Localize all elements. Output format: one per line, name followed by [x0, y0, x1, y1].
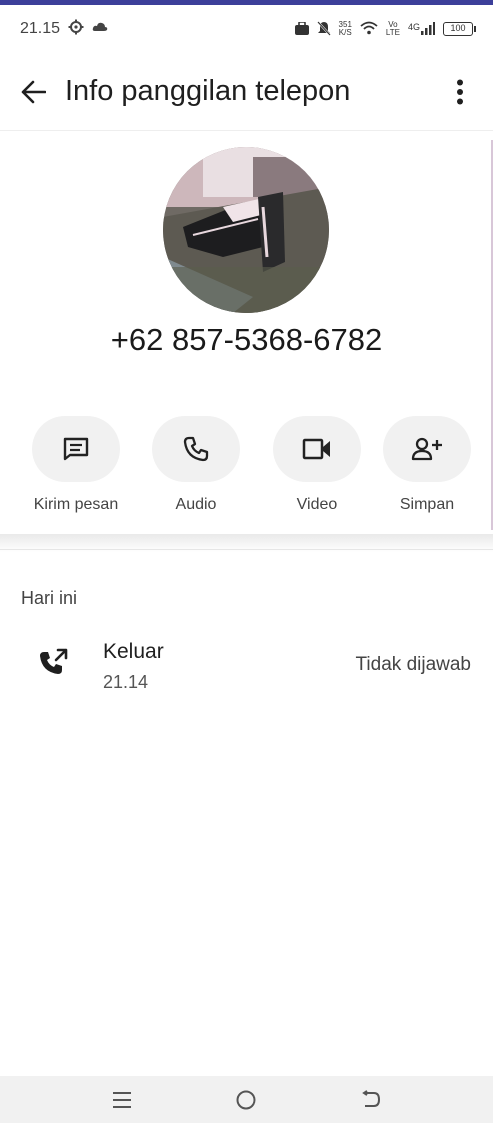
system-nav-bar: [0, 1076, 493, 1123]
back-nav-button[interactable]: [356, 1085, 386, 1115]
send-message-button[interactable]: [32, 416, 120, 482]
net-speed: 351 K/S: [339, 21, 352, 37]
save-label: Simpan: [399, 496, 455, 513]
briefcase-icon: [294, 20, 309, 37]
message-icon: [63, 437, 89, 461]
outgoing-call-icon: [38, 648, 70, 680]
send-message-label: Kirim pesan: [33, 496, 119, 513]
call-status: Tidak dijawab: [355, 654, 471, 675]
call-type: Keluar: [103, 640, 164, 663]
volte-bottom: LTE: [385, 28, 400, 37]
status-bar: 21.15 351 K/S Vo LTE 4G 100: [0, 5, 493, 53]
back-curve-icon: [362, 1089, 380, 1107]
recent-apps-button[interactable]: [107, 1085, 137, 1115]
send-message-action[interactable]: Kirim pesan: [21, 416, 131, 514]
audio-call-action[interactable]: Audio: [141, 416, 251, 514]
home-button[interactable]: [231, 1085, 261, 1115]
app-bar: Info panggilan telepon: [0, 53, 493, 131]
video-call-button[interactable]: [273, 416, 361, 482]
video-call-action[interactable]: Video: [262, 416, 372, 514]
battery-indicator: 100: [443, 22, 476, 36]
home-circle-icon: [236, 1090, 256, 1109]
network-type: 4G: [407, 21, 420, 32]
action-row: Kirim pesan Audio Video Simpan: [0, 416, 493, 534]
contact-avatar: [163, 147, 329, 313]
status-time: 21.15: [20, 20, 61, 37]
menu-icon: [113, 1091, 132, 1108]
save-contact-button[interactable]: [383, 416, 471, 482]
audio-call-button[interactable]: [152, 416, 240, 482]
page-title: Info panggilan telepon: [65, 75, 351, 107]
audio-label: Audio: [175, 496, 217, 513]
cloud-icon: [92, 20, 108, 38]
contact-phone-number: +62 857-5368-6782: [110, 322, 383, 357]
wifi-icon: [360, 21, 378, 37]
video-icon: [302, 438, 330, 460]
call-history-row: Keluar 21.14 Tidak dijawab: [0, 632, 493, 698]
phone-icon: [183, 436, 209, 462]
section-divider: [0, 549, 493, 550]
net-speed-unit: K/S: [338, 28, 352, 37]
more-vert-icon: [457, 79, 463, 104]
volte-indicator: Vo LTE: [386, 21, 400, 37]
mute-bell-icon: [316, 20, 331, 38]
settings-status-icon: [68, 19, 84, 40]
call-time: 21.14: [103, 672, 149, 692]
save-contact-action[interactable]: Simpan: [372, 416, 482, 514]
history-section-title: Hari ini: [21, 588, 78, 608]
more-options-button[interactable]: [445, 77, 475, 107]
add-contact-icon: [411, 437, 442, 461]
signal-icon: [421, 21, 435, 37]
video-label: Video: [296, 496, 338, 513]
arrow-back-icon: [21, 80, 46, 103]
back-button[interactable]: [18, 77, 48, 107]
